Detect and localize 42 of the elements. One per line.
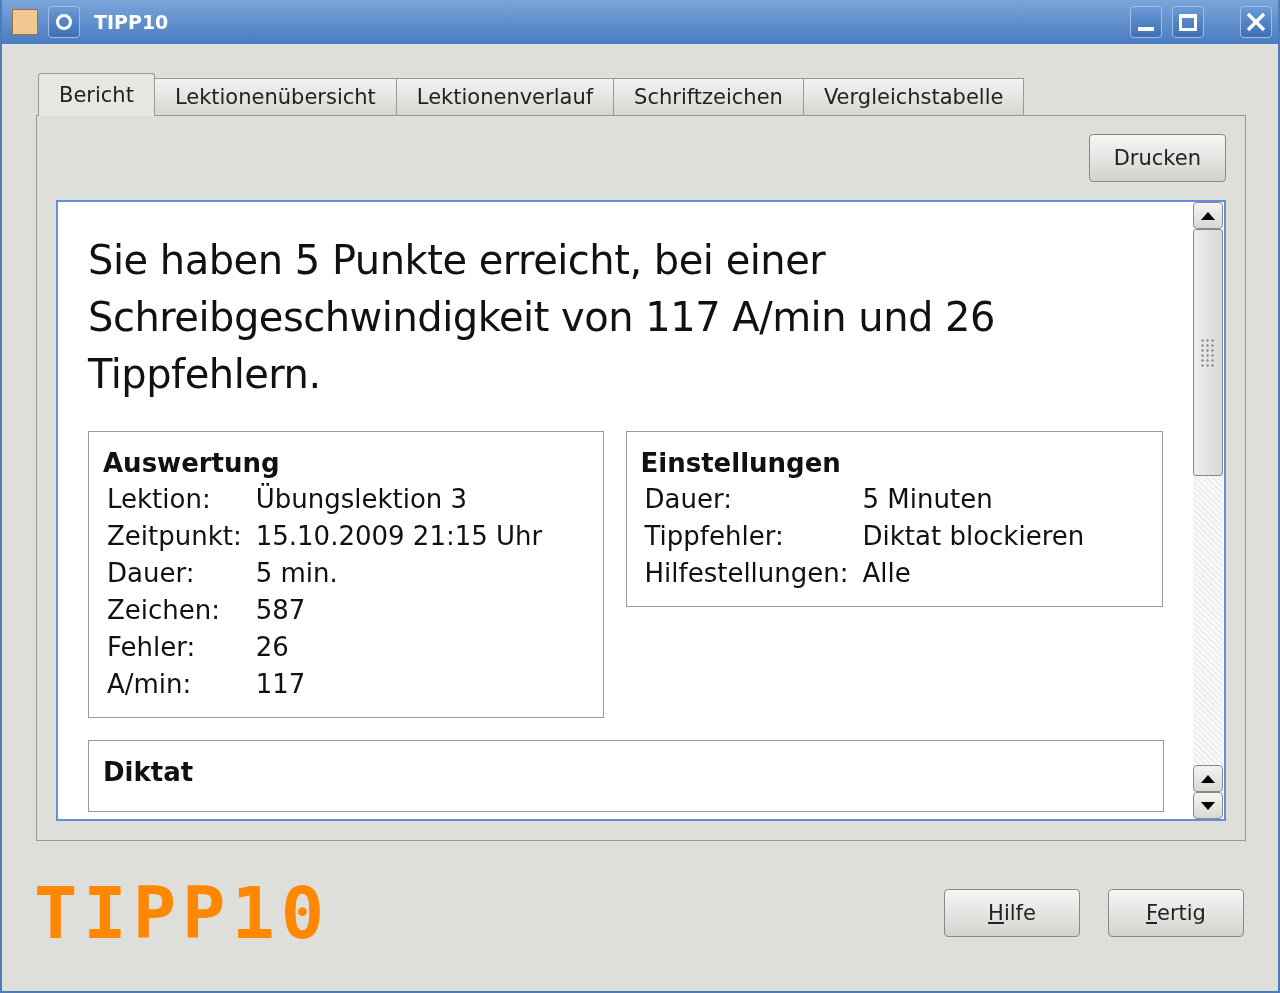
print-button[interactable]: Drucken [1088, 134, 1226, 182]
panel-title: Diktat [103, 757, 195, 787]
field-value: Übungslektion 3 [255, 484, 469, 514]
field-label: Hilfestellungen: [644, 558, 849, 588]
field-label: Zeitpunkt: [107, 521, 242, 551]
field-value: 587 [255, 595, 307, 625]
field-label: A/min: [107, 669, 193, 699]
field-value: 117 [255, 669, 307, 699]
tab[interactable]: Schriftzeichen [613, 78, 804, 115]
panel-title: Einstellungen [640, 448, 842, 478]
dialog-button[interactable]: Hilfe [944, 889, 1080, 937]
scroll-down-button[interactable] [1193, 792, 1223, 819]
scroll-up-button[interactable] [1193, 765, 1223, 792]
field-label: Fehler: [107, 632, 197, 662]
app-icon [12, 9, 38, 35]
logo: TIPP10 [34, 871, 331, 955]
maximize-button[interactable] [1172, 6, 1204, 38]
close-button[interactable] [1240, 6, 1272, 38]
field-label: Tippfehler: [644, 521, 785, 551]
tab[interactable]: Vergleichstabelle [802, 78, 1025, 115]
scrollbar[interactable] [1193, 202, 1224, 819]
field-value: 26 [255, 632, 290, 662]
field-value: Alle [862, 558, 912, 588]
result-headline: Sie haben 5 Punkte erreicht, bei einer Schreibgeschwindigkeit von 117 A/min und 26 Tippfehlern. [88, 236, 996, 399]
field-value: 5 Minuten [862, 484, 994, 514]
field-value: Diktat blockieren [862, 521, 1086, 551]
dialog-button[interactable]: Fertig [1108, 889, 1244, 937]
field-value: 5 min. [255, 558, 339, 588]
field-label: Dauer: [644, 484, 733, 514]
minimize-button[interactable] [1130, 6, 1162, 38]
tab[interactable]: Lektionenübersicht [153, 78, 397, 115]
field-label: Dauer: [107, 558, 196, 588]
window-menu-button[interactable] [48, 6, 80, 38]
scroll-up-button[interactable] [1193, 202, 1223, 229]
tab[interactable]: Lektionenverlauf [395, 78, 615, 115]
field-label: Zeichen: [107, 595, 222, 625]
field-value: 15.10.2009 21:15 Uhr [255, 521, 544, 551]
window-title: TIPP10 [94, 11, 169, 33]
field-label: Lektion: [107, 484, 212, 514]
tab[interactable]: Bericht [38, 73, 155, 116]
panel-title: Auswertung [103, 448, 281, 478]
scroll-thumb[interactable] [1193, 229, 1223, 476]
